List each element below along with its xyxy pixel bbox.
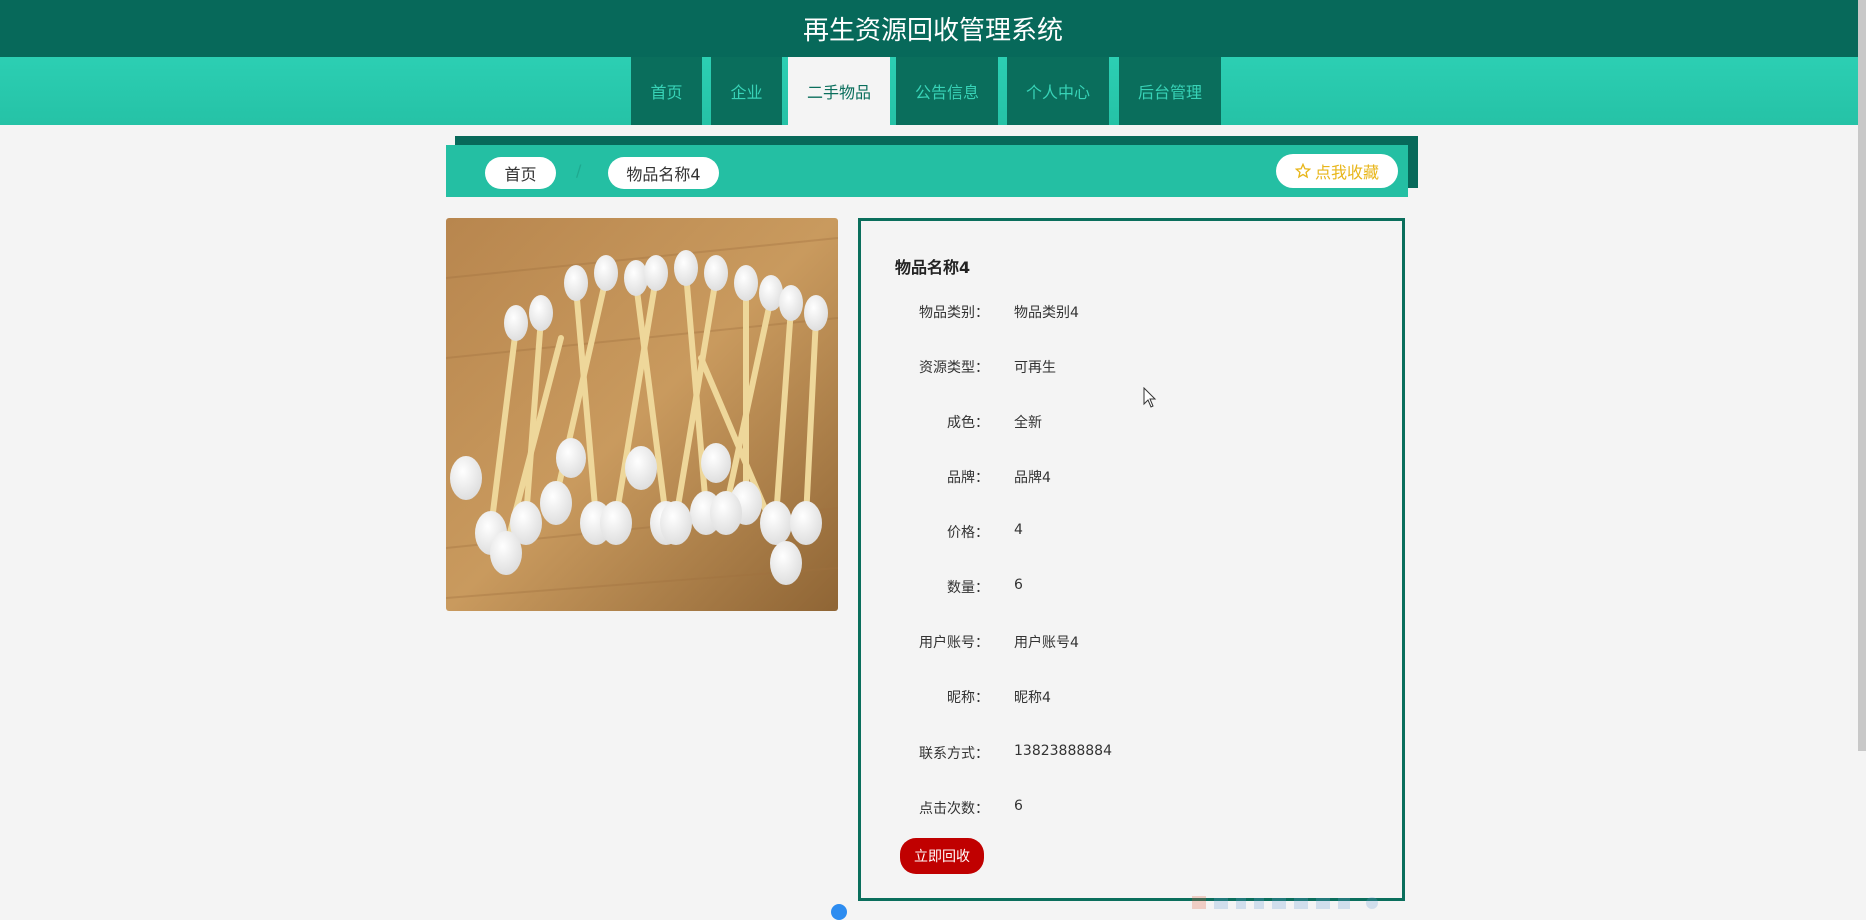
breadcrumb: 首页 / 物品名称4 点我收藏 <box>446 145 1408 197</box>
breadcrumb-home[interactable]: 首页 <box>485 157 556 189</box>
item-detail-panel: 物品名称4 物品类别： 物品类别4 资源类型： 可再生 成色： 全新 品牌： 品… <box>858 218 1405 901</box>
breadcrumb-current: 物品名称4 <box>608 157 719 189</box>
nav-item-announcements[interactable]: 公告信息 <box>896 57 998 125</box>
field-value: 6 <box>1014 577 1023 593</box>
favorite-label: 点我收藏 <box>1314 163 1379 182</box>
field-value: 6 <box>1014 798 1023 814</box>
field-label: 价格： <box>947 525 989 541</box>
field-row-quantity: 数量： 6 <box>861 577 1401 597</box>
cotton-swabs-photo-icon <box>446 218 838 611</box>
star-icon <box>1294 163 1311 179</box>
field-row-click-count: 点击次数： 6 <box>861 798 1401 818</box>
field-row-resource-type: 资源类型： 可再生 <box>861 357 1401 377</box>
nav-item-personal-center[interactable]: 个人中心 <box>1007 57 1109 125</box>
item-photo <box>446 218 838 611</box>
field-row-brand: 品牌： 品牌4 <box>861 467 1401 487</box>
nav-item-enterprise[interactable]: 企业 <box>711 57 782 125</box>
field-value: 物品类别4 <box>1014 305 1079 321</box>
nav-item-admin[interactable]: 后台管理 <box>1119 57 1221 125</box>
breadcrumb-separator: / <box>576 161 582 180</box>
field-label: 成色： <box>947 415 989 431</box>
field-row-condition: 成色： 全新 <box>861 412 1401 432</box>
field-label: 数量： <box>947 580 989 596</box>
field-row-user-account: 用户账号： 用户账号4 <box>861 632 1401 652</box>
field-value: 昵称4 <box>1014 690 1051 706</box>
field-label: 昵称： <box>947 690 989 706</box>
page-scrollbar[interactable] <box>1858 0 1866 751</box>
nav-item-home[interactable]: 首页 <box>631 57 702 125</box>
favorite-button[interactable]: 点我收藏 <box>1276 154 1398 188</box>
field-label: 用户账号： <box>919 635 989 651</box>
translucent-toolbar-icon <box>1192 896 1378 909</box>
mouse-cursor-icon <box>1143 387 1157 408</box>
field-row-contact: 联系方式： 13823888884 <box>861 743 1401 763</box>
nav-item-second-hand[interactable]: 二手物品 <box>788 57 890 125</box>
field-label: 点击次数： <box>919 801 989 817</box>
field-label: 联系方式： <box>919 746 989 762</box>
app-title: 再生资源回收管理系统 <box>802 16 1063 46</box>
field-value: 品牌4 <box>1014 470 1051 486</box>
field-value: 可再生 <box>1014 360 1056 376</box>
floating-dot-icon[interactable] <box>831 904 847 920</box>
field-value: 全新 <box>1014 415 1042 431</box>
field-label: 物品类别： <box>919 305 989 321</box>
field-value: 用户账号4 <box>1014 635 1079 651</box>
item-name: 物品名称4 <box>895 258 971 277</box>
field-row-nickname: 昵称： 昵称4 <box>861 687 1401 707</box>
field-value: 4 <box>1014 522 1023 538</box>
field-row-price: 价格： 4 <box>861 522 1401 542</box>
field-row-category: 物品类别： 物品类别4 <box>861 302 1401 322</box>
main-nav: 首页 企业 二手物品 公告信息 个人中心 后台管理 <box>0 57 1866 125</box>
app-header: 再生资源回收管理系统 <box>0 0 1866 57</box>
field-label: 品牌： <box>947 470 989 486</box>
field-value: 13823888884 <box>1014 743 1112 759</box>
recycle-now-button[interactable]: 立即回收 <box>900 838 984 874</box>
field-label: 资源类型： <box>919 360 989 376</box>
